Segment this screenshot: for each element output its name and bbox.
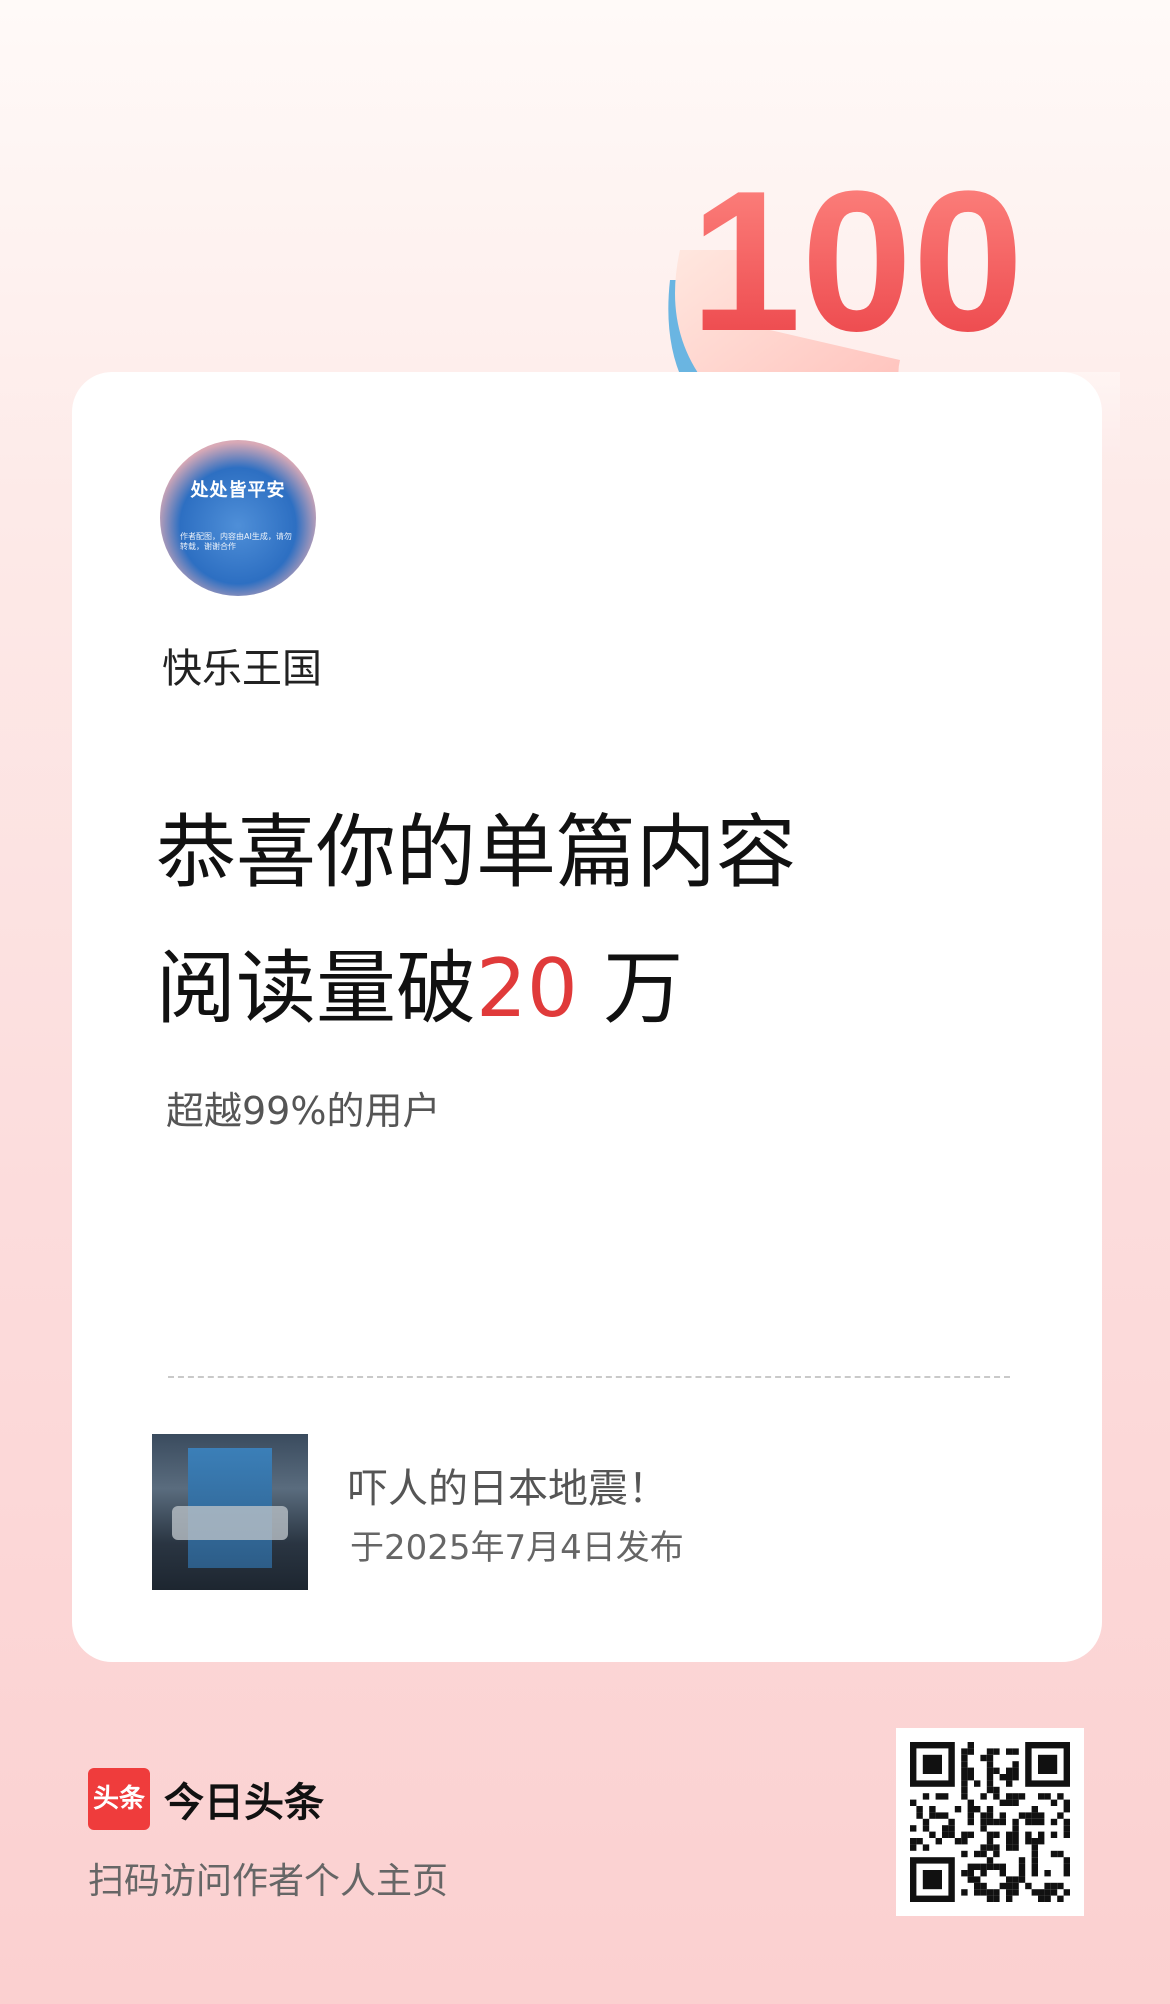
achievement-headline: 恭喜你的单篇内容 阅读量破20 万 (156, 785, 796, 1057)
author-avatar[interactable]: 处处皆平安 作者配图，内容由AI生成，请勿转载，谢谢合作 (160, 440, 316, 596)
badge-number: 100 (690, 160, 1024, 373)
avatar-title: 处处皆平安 (190, 480, 286, 501)
headline-line1: 恭喜你的单篇内容 (156, 806, 796, 899)
author-name[interactable]: 快乐王国 (162, 636, 322, 694)
brand-name: 今日头条 (164, 1780, 324, 1826)
article-publish-date: 于2025年7月4日发布 (350, 1528, 684, 1568)
toutiao-logo-icon: 头条 (88, 1768, 150, 1830)
qr-code[interactable] (896, 1728, 1084, 1916)
headline-suffix: 万 (603, 942, 684, 1035)
headline-line2: 阅读量破20 万 (156, 921, 796, 1057)
headline-prefix: 阅读量破 (156, 942, 476, 1035)
avatar-subtitle: 作者配图，内容由AI生成，请勿转载，谢谢合作 (180, 532, 292, 551)
dashed-divider (168, 1376, 1010, 1378)
percentile-text: 超越99%的用户 (166, 1089, 441, 1133)
scan-instruction: 扫码访问作者个人主页 (88, 1861, 449, 1902)
thumbnail-cars (172, 1506, 288, 1540)
qr-code-icon (910, 1742, 1070, 1902)
headline-number: 20 (476, 942, 578, 1035)
article-thumbnail[interactable] (152, 1434, 308, 1590)
article-title[interactable]: 吓人的日本地震！ (348, 1456, 668, 1514)
